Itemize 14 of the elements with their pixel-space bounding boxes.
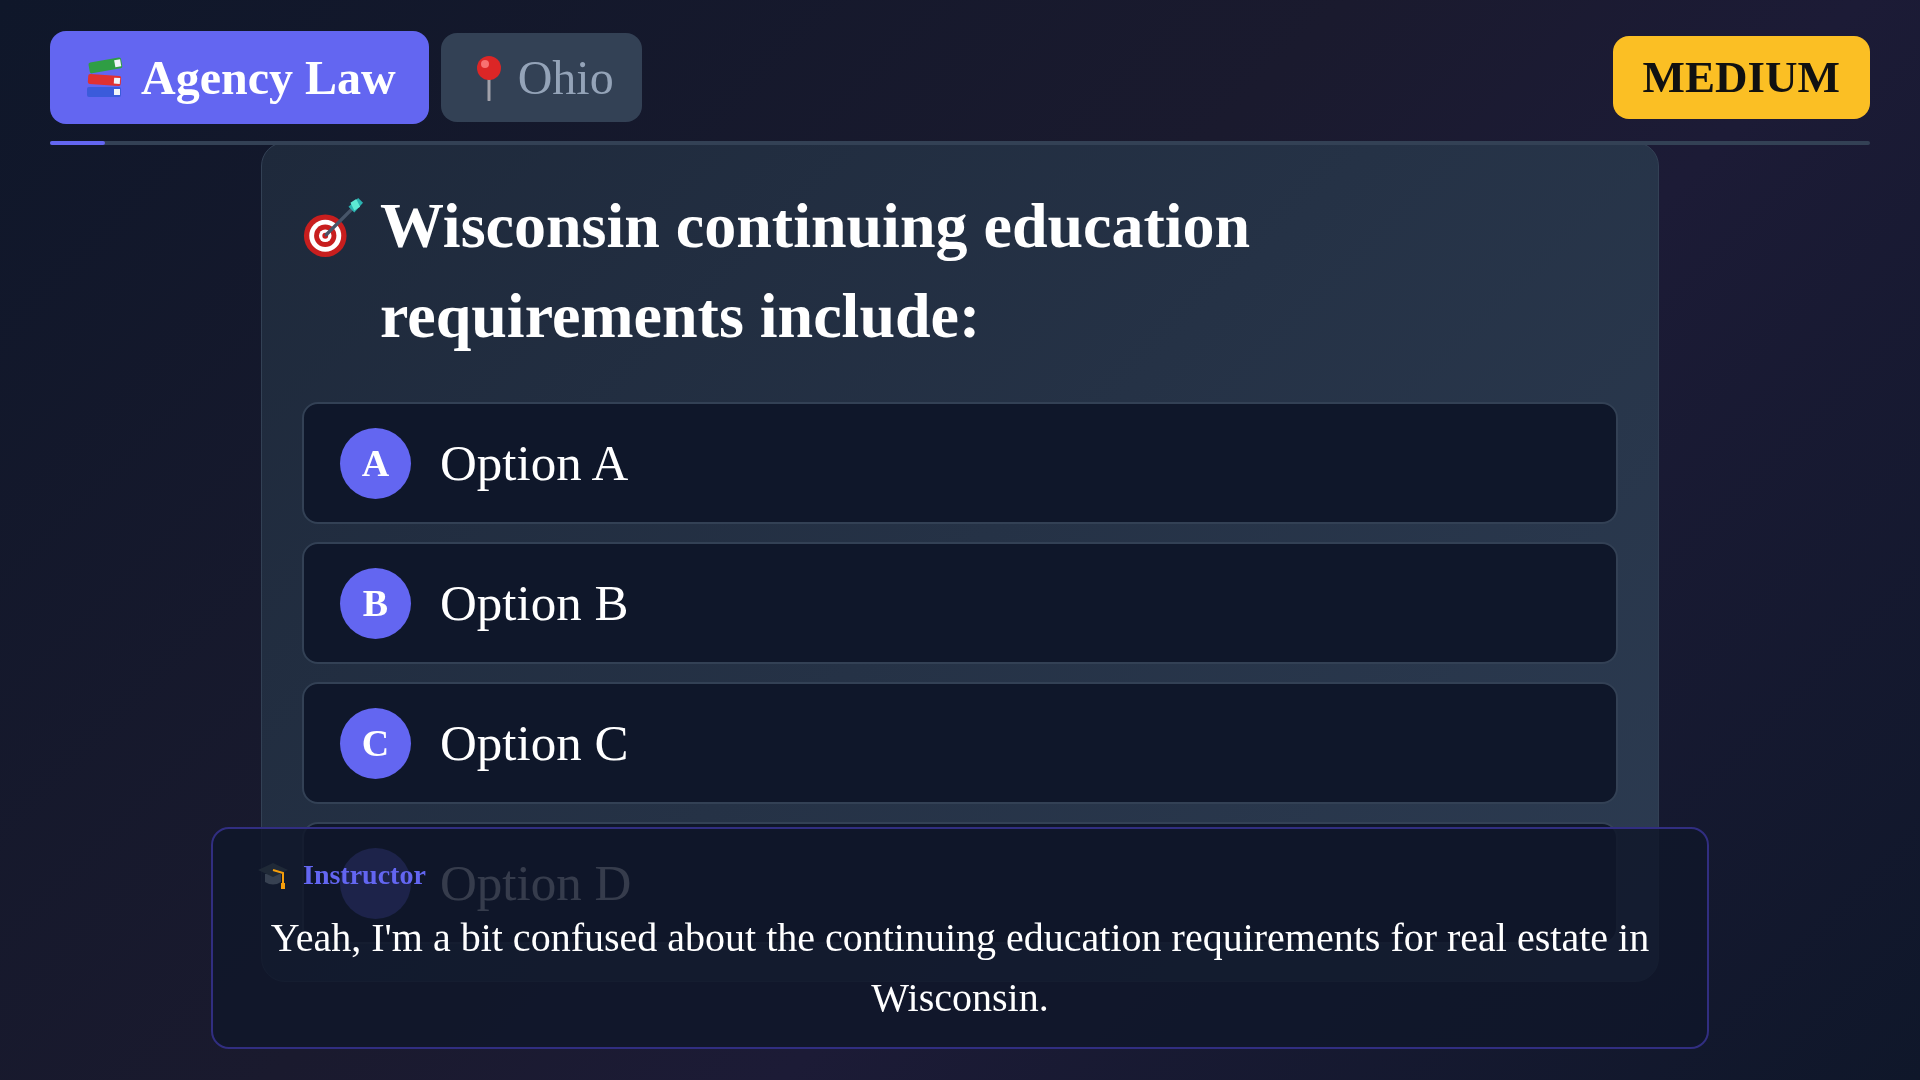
- answer-option[interactable]: C Option C: [302, 682, 1618, 804]
- answer-option[interactable]: B Option B: [302, 542, 1618, 664]
- option-letter: A: [340, 427, 411, 499]
- tag-label: Ohio: [517, 50, 614, 106]
- caption-text: Yeah, I'm a bit confused about the continuing education requirements for real estate in Wisconsin.: [269, 914, 1651, 1022]
- speaker-name: Instructor: [303, 859, 426, 891]
- question-text: Wisconsin continuing education requirements include:: [380, 189, 1252, 353]
- answer-option[interactable]: A Option A: [302, 402, 1618, 524]
- graduation-cap-icon: [257, 860, 289, 890]
- tag-label: Agency Law: [141, 50, 396, 106]
- option-letter: C: [340, 707, 411, 779]
- option-letter: B: [340, 567, 411, 639]
- difficulty-badge: MEDIUM: [1612, 36, 1870, 119]
- target-icon: [302, 197, 364, 259]
